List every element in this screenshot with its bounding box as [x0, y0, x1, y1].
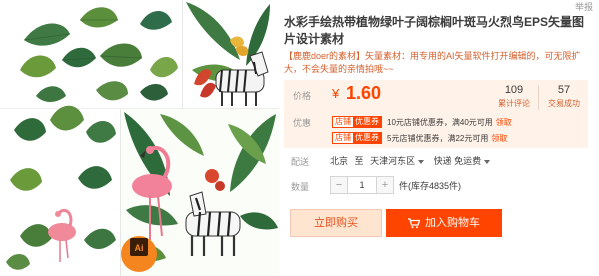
shipping-method-selector[interactable]: 快递 免运费: [434, 156, 494, 166]
coupon-text: 10元店铺优惠券，满40元可用: [387, 117, 493, 127]
report-link[interactable]: 举报: [575, 0, 593, 13]
coupon-tag-coupon: 优惠券: [353, 133, 381, 143]
sales-count: 57: [557, 84, 571, 96]
stat-divider: [538, 85, 539, 110]
quantity-increase-button[interactable]: +: [376, 176, 394, 194]
price-value: 1.60: [346, 83, 382, 103]
quantity-label: 数量: [291, 182, 310, 192]
product-info-panel: 举报 水彩手绘热带植物绿叶子阔棕榈叶斑马火烈鸟EPS矢量图片设计素材 【鹿鹿do…: [282, 0, 599, 276]
sales-count-stat: 57 交易成功: [542, 83, 586, 110]
price-currency: ¥: [332, 86, 340, 101]
price-panel: 价格 ¥ 1.60 109 累计评论 57 交易成功 优惠 店铺 优惠券 10元…: [284, 80, 588, 148]
review-count: 109: [504, 84, 524, 96]
add-to-cart-button[interactable]: 加入购物车: [386, 209, 502, 237]
shipping-info: 北京 至 天津河东区 快递 免运费: [330, 154, 493, 167]
stock-info: 件(库存4835件): [399, 180, 462, 191]
tropical-illustration: Ai: [0, 0, 279, 276]
product-title: 水彩手绘热带植物绿叶子阔棕榈叶斑马火烈鸟EPS矢量图片设计素材: [284, 15, 585, 46]
coupon-row: 店铺 优惠券 5元店铺优惠券，满22元可用 领取: [332, 131, 507, 145]
review-count-stat[interactable]: 109 累计评论: [492, 83, 536, 110]
coupon-claim-link[interactable]: 领取: [491, 133, 507, 144]
cart-icon: [408, 217, 420, 228]
ai-badge-label: Ai: [135, 243, 144, 253]
coupon-tag-store: 店铺: [333, 133, 353, 143]
quantity-input[interactable]: 1: [348, 176, 376, 194]
coupon-tag-store: 店铺: [333, 117, 353, 127]
shipping-label: 配送: [291, 157, 310, 167]
review-count-label: 累计评论: [498, 99, 530, 108]
coupon-tag-coupon: 优惠券: [353, 117, 381, 127]
ai-format-badge: Ai: [121, 236, 157, 272]
sales-count-label: 交易成功: [548, 99, 580, 108]
buy-now-button[interactable]: 立即购买: [290, 209, 382, 237]
destination-value: 天津河东区: [370, 156, 416, 166]
quantity-stepper: − 1 + 件(库存4835件): [330, 176, 461, 194]
shipping-to: 至: [354, 156, 364, 166]
shipping-method-value: 快递 免运费: [433, 156, 482, 166]
coupon-tag: 店铺 优惠券: [332, 116, 382, 128]
product-image[interactable]: Ai: [0, 0, 279, 276]
product-subtitle: 【鹿鹿doer的素材】矢量素材：用专用的AI矢量软件打开编辑的，可无限扩大，不会…: [284, 51, 581, 74]
coupon-claim-link[interactable]: 领取: [496, 117, 512, 128]
destination-selector[interactable]: 天津河东区: [370, 156, 427, 166]
shipping-origin: 北京: [330, 156, 349, 166]
coupon-tag: 店铺 优惠券: [332, 132, 382, 144]
quantity-decrease-button[interactable]: −: [330, 176, 348, 194]
price-label: 价格: [293, 91, 312, 101]
chevron-down-icon: [484, 159, 491, 164]
coupon-row: 店铺 优惠券 10元店铺优惠券，满40元可用 领取: [332, 115, 512, 129]
promotion-label: 优惠: [293, 118, 312, 128]
add-to-cart-label: 加入购物车: [425, 217, 480, 229]
chevron-down-icon: [418, 159, 425, 164]
coupon-text: 5元店铺优惠券，满22元可用: [387, 133, 489, 143]
